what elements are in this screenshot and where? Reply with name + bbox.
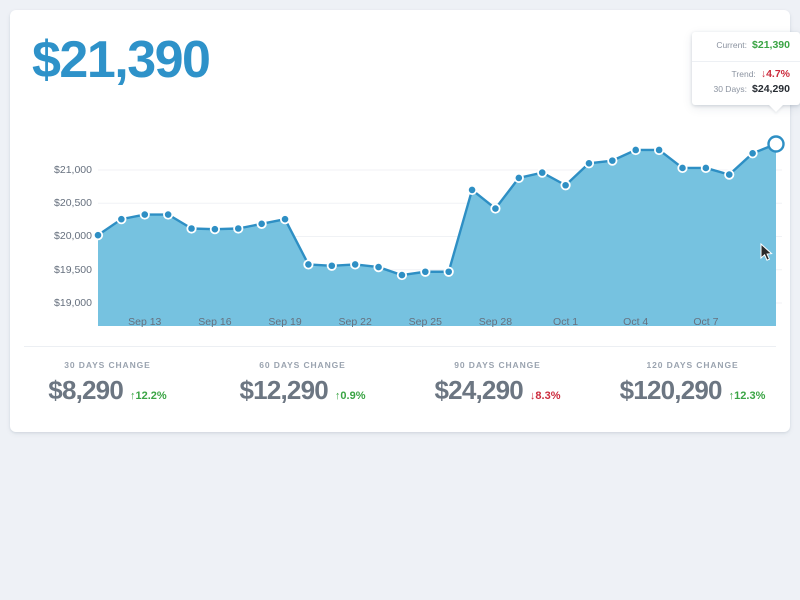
chart-point[interactable] [583, 158, 595, 169]
x-axis-tick-label: Oct 7 [693, 316, 719, 328]
stat-value: $12,290 [239, 375, 329, 405]
mouse-cursor-icon [760, 243, 773, 261]
chart-series [92, 135, 785, 326]
tooltip-30days-label: 30 Days: [713, 84, 748, 94]
chart-point[interactable] [233, 223, 244, 234]
chart-point[interactable] [466, 184, 478, 196]
chart-point[interactable] [724, 169, 735, 180]
stats-row: 30 DAYS CHANGE $8,290 ↑12.2% 60 DAYS CHANGE… [10, 360, 790, 406]
chart-point[interactable] [420, 266, 431, 277]
x-axis-tick-label: Sep 22 [338, 316, 372, 328]
stat-card: 120 DAYS CHANGE $120,290 ↑12.3% [595, 360, 790, 406]
chart-point[interactable] [373, 261, 384, 273]
tooltip-trend-value: ↓4.7% [760, 68, 790, 80]
chart-point[interactable] [92, 230, 104, 241]
chart-point[interactable] [654, 144, 665, 156]
chart-point[interactable] [256, 218, 267, 229]
chart-point[interactable] [700, 162, 711, 174]
chart-point[interactable] [443, 266, 454, 277]
tooltip-caret-icon [768, 104, 784, 112]
chart-point[interactable] [537, 167, 548, 178]
chart-point[interactable] [163, 209, 174, 220]
tooltip-row-30days: 30 Days: $24,290 [692, 83, 800, 98]
stat-value: $8,290 [48, 375, 124, 405]
chart-point[interactable] [326, 260, 337, 271]
chart-point[interactable] [350, 259, 361, 270]
stat-card: 90 DAYS CHANGE $24,290 ↓8.3% [400, 360, 595, 406]
chart-point[interactable] [396, 269, 408, 281]
chart-point[interactable] [186, 223, 197, 234]
x-axis-tick-label: Sep 19 [268, 316, 302, 328]
tooltip-current-value: $21,390 [752, 39, 790, 51]
stat-label: 90 DAYS CHANGE [454, 360, 541, 370]
stat-delta-badge: ↑12.3% [728, 390, 766, 402]
chart-tooltip: Current: $21,390 Trend: ↓4.7% 30 Days: $… [692, 32, 800, 112]
stat-value: $24,290 [434, 375, 524, 405]
x-axis-tick-label: Oct 4 [623, 316, 649, 328]
x-axis-tick-label: Sep 25 [408, 316, 442, 328]
chart-area-fill [98, 143, 776, 326]
revenue-card: $21,390 Current: $21,390 Trend: ↓4.7% 30… [10, 10, 800, 432]
chart-point[interactable] [677, 162, 688, 174]
stat-value: $120,290 [619, 375, 723, 405]
x-axis-tick-label: Sep 16 [198, 316, 232, 328]
chart-point[interactable] [279, 214, 291, 225]
tooltip-section-current: Current: $21,390 [692, 32, 800, 61]
chart-x-axis: Sep 13 Sep 16 Sep 19 Sep 22 Sep 25 Sep 28 Oct … [10, 316, 790, 336]
x-axis-tick-label: Sep 28 [478, 316, 513, 328]
tooltip-current-label: Current: [716, 40, 748, 50]
stat-card: 60 DAYS CHANGE $12,290 ↑0.9% [205, 360, 400, 406]
stat-card: 30 DAYS CHANGE $8,290 ↑12.2% [10, 360, 205, 406]
tooltip-section-trend: Trend: ↓4.7% 30 Days: $24,290 [692, 61, 800, 105]
page-title: $21,390 [32, 31, 211, 89]
chart-point[interactable] [490, 203, 501, 214]
chart-point[interactable] [747, 148, 758, 159]
chart-point[interactable] [513, 172, 524, 184]
chart-point[interactable] [560, 180, 571, 191]
stat-delta-badge: ↑0.9% [334, 390, 366, 402]
chart-point[interactable] [630, 144, 641, 156]
stat-label: 60 DAYS CHANGE [259, 360, 346, 370]
stat-value-row: $24,290 ↓8.3% [400, 375, 595, 406]
stat-delta-badge: ↑12.2% [130, 390, 167, 402]
tooltip-row-trend: Trend: ↓4.7% [692, 68, 800, 83]
stat-value-row: $120,290 ↑12.3% [595, 375, 790, 406]
stat-value-row: $8,290 ↑12.2% [10, 375, 205, 406]
chart-point[interactable] [303, 259, 314, 270]
chart-point[interactable] [116, 214, 127, 225]
x-axis-tick-label: Oct 1 [553, 316, 579, 328]
x-axis-tick-label: Sep 13 [128, 316, 162, 328]
dashboard-screen: $21,390 Current: $21,390 Trend: ↓4.7% 30… [0, 0, 800, 600]
chart-point[interactable] [209, 224, 220, 235]
chart-active-point[interactable] [767, 135, 785, 153]
chart-point[interactable] [607, 155, 618, 166]
stat-delta-badge: ↓8.3% [529, 390, 561, 402]
stat-value-row: $12,290 ↑0.9% [205, 375, 400, 406]
chart-point[interactable] [139, 209, 150, 220]
stat-label: 120 DAYS CHANGE [646, 360, 739, 370]
tooltip-row-current: Current: $21,390 [692, 39, 800, 54]
section-divider [24, 346, 776, 347]
tooltip-trend-label: Trend: [731, 69, 756, 79]
stat-label: 30 DAYS CHANGE [64, 360, 151, 370]
tooltip-30days-value: $24,290 [752, 83, 790, 95]
